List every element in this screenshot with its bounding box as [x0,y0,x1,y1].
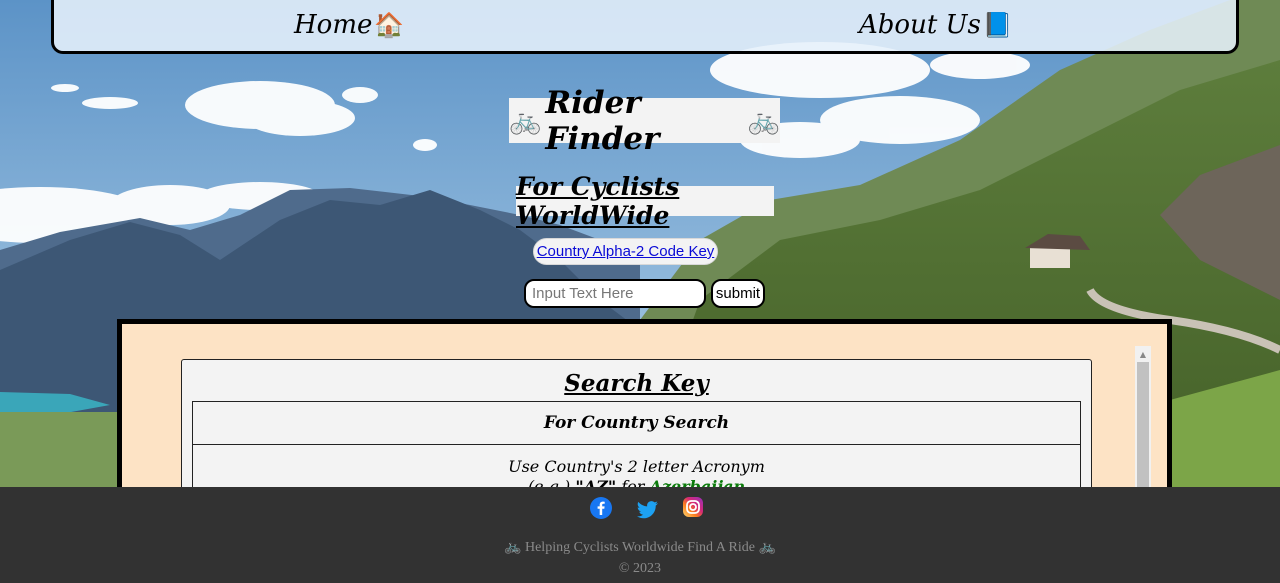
country-code-key-link[interactable]: Country Alpha-2 Code Key [533,238,718,265]
footer-copyright: © 2023 [618,561,662,576]
top-nav: Home 🏠 About Us 📘 [51,0,1239,54]
bicycle-icon: 🚲 [509,105,542,136]
table-row: For Country Search [192,401,1081,445]
page-title-text: Rider Finder [545,84,660,157]
nav-home-link[interactable]: Home 🏠 [294,10,404,40]
instruction-text: Use Country's 2 letter Acronym [508,457,765,476]
bicycle-icon: 🚲 [504,540,522,555]
house-icon: 🏠 [374,11,405,39]
instagram-icon[interactable] [681,495,705,519]
footer-tagline: 🚲 Helping Cyclists Worldwide Find A Ride… [0,539,1280,556]
scroll-up-arrow-icon[interactable]: ▲ [1135,346,1151,362]
page-subtitle: For Cyclists WorldWide [516,172,774,230]
twitter-icon[interactable] [635,498,659,522]
social-links [589,496,709,522]
table-header-cell: For Country Search [192,401,1081,445]
bicycle-icon: 🚲 [758,540,776,555]
footer-tagline-text: Helping Cyclists Worldwide Find A Ride [524,540,755,555]
nav-about-link[interactable]: About Us 📘 [859,10,1013,40]
nav-about-label: About Us [859,10,981,40]
search-key-heading: Search Key [564,370,709,397]
book-icon: 📘 [982,11,1013,39]
nav-home-label: Home [294,10,373,40]
footer: 🚲 Helping Cyclists Worldwide Find A Ride… [0,487,1280,583]
submit-button[interactable]: submit [711,279,765,308]
page-title: 🚲 Rider Finder 🚲 [509,85,780,157]
panel-scrollbar[interactable]: ▲ [1135,346,1151,506]
facebook-icon[interactable] [589,496,613,520]
bicycle-icon: 🚲 [747,105,780,136]
scrollbar-thumb[interactable] [1137,362,1149,502]
search-input[interactable] [524,279,706,308]
